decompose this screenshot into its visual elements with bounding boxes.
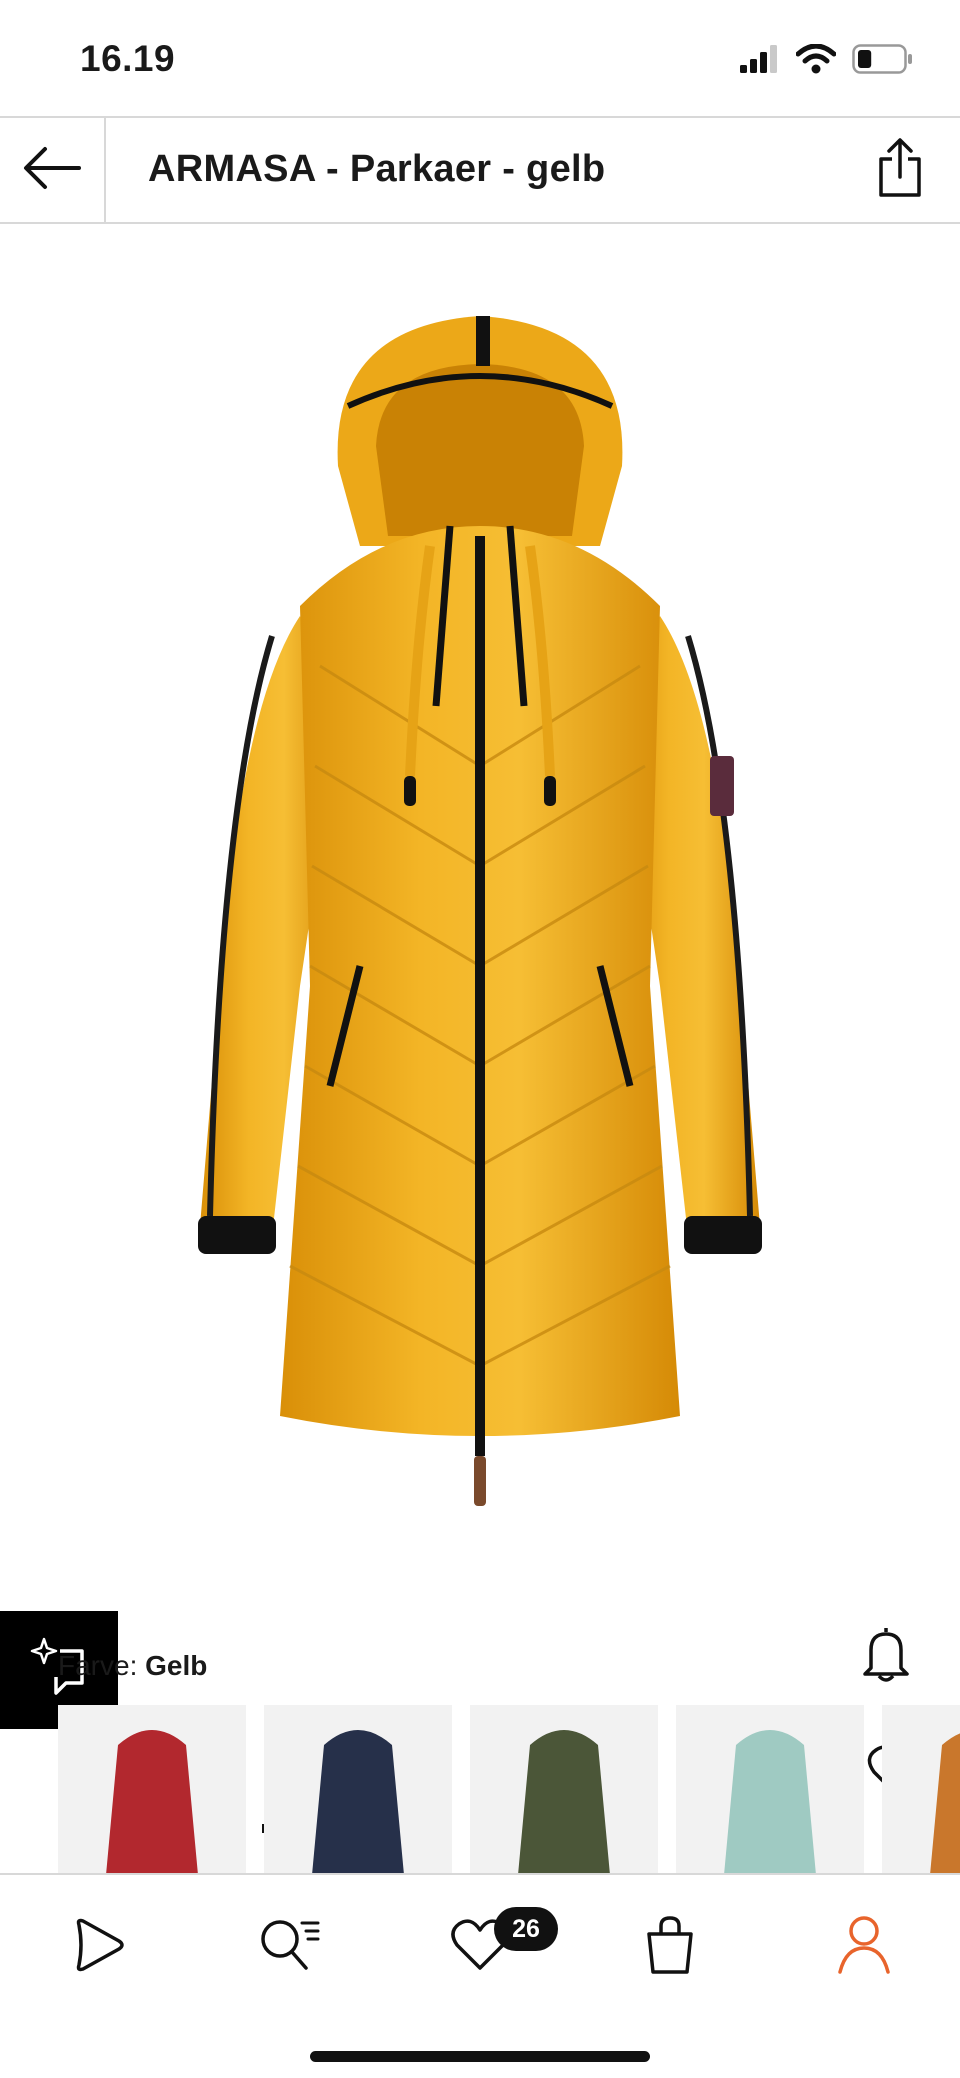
color-swatch[interactable] [58, 1705, 246, 1875]
coat-thumbnail [518, 1730, 610, 1875]
top-bar: ARMASA - Parkaer - gelb [0, 116, 960, 224]
product-image-gallery[interactable] [0, 226, 960, 1833]
color-label: Farve: Gelb [58, 1650, 207, 1682]
bottom-navigation: 26 [0, 1873, 960, 2078]
play-icon [69, 1917, 127, 1978]
home-indicator [310, 2051, 650, 2062]
nav-play[interactable] [58, 1907, 138, 1987]
status-icons [740, 43, 914, 79]
arrow-left-icon [21, 145, 83, 196]
color-swatch[interactable] [264, 1705, 452, 1875]
back-button[interactable] [0, 118, 106, 222]
wifi-icon [795, 43, 837, 79]
share-button[interactable] [864, 134, 936, 206]
share-icon [876, 137, 924, 204]
coat-thumbnail [724, 1730, 816, 1875]
color-swatch[interactable] [882, 1705, 960, 1875]
battery-icon [852, 44, 914, 79]
search-list-icon [258, 1915, 322, 1980]
page-title: ARMASA - Parkaer - gelb [148, 148, 606, 190]
nav-account[interactable] [824, 1907, 904, 1987]
nav-search[interactable] [250, 1907, 330, 1987]
coat-image [198, 316, 762, 1506]
status-bar: 16.19 [0, 0, 960, 116]
user-icon [836, 1914, 892, 1981]
selected-color: Gelb [145, 1650, 208, 1681]
status-time: 16.19 [80, 38, 176, 79]
color-swatches [58, 1705, 960, 1875]
bell-icon [861, 1624, 911, 1689]
wishlist-count-badge: 26 [494, 1907, 558, 1951]
coat-thumbnail [312, 1730, 404, 1875]
color-swatch[interactable] [676, 1705, 864, 1875]
notify-button[interactable] [850, 1620, 922, 1692]
coat-thumbnail [106, 1730, 198, 1875]
color-label-prefix: Farve: [58, 1650, 138, 1681]
coat-thumbnail [930, 1733, 960, 1875]
signal-icon [740, 45, 780, 78]
bag-icon [643, 1914, 697, 1981]
nav-bag[interactable] [630, 1907, 710, 1987]
color-swatch[interactable] [470, 1705, 658, 1875]
